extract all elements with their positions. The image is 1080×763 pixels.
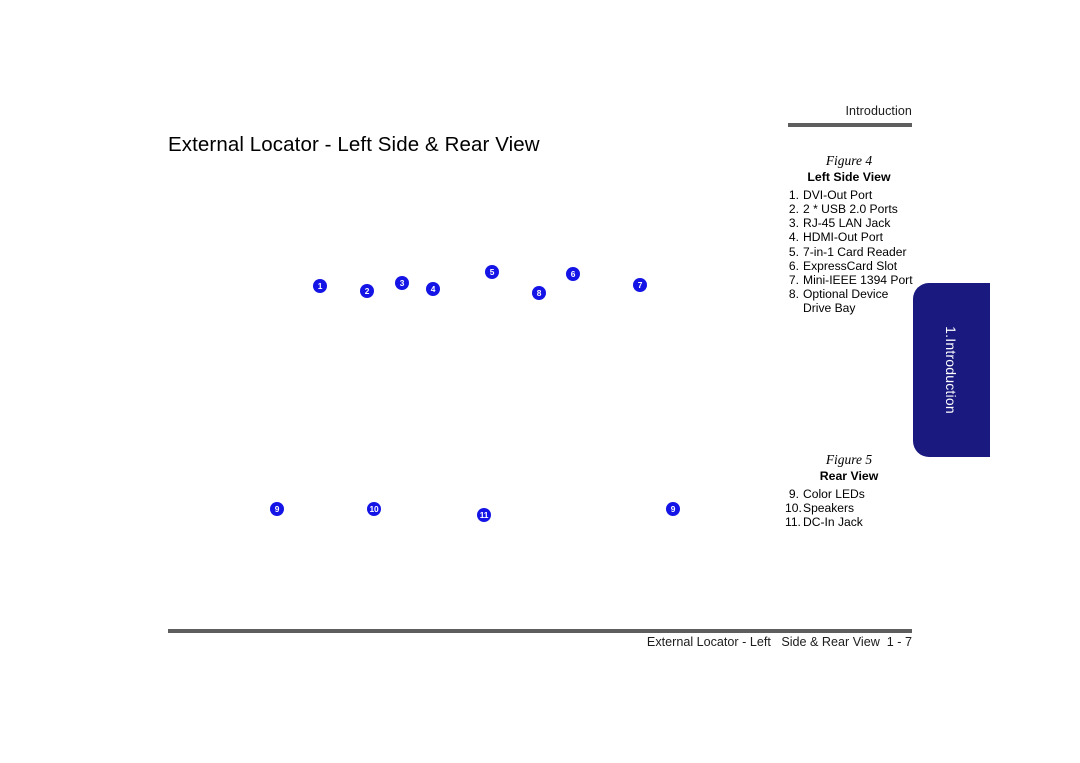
callout-label: Speakers — [803, 501, 855, 516]
list-item: 2. 2 * USB 2.0 Ports — [785, 202, 913, 217]
callout-number: 9. — [788, 486, 799, 501]
figure-name: Left Side View — [807, 169, 891, 184]
page-title: External Locator - Left Side & Rear View — [168, 133, 540, 156]
list-item: 4. HDMI-Out Port — [785, 231, 913, 245]
callout-badge-9: 9 — [666, 502, 680, 516]
footer: External Locator - Left Side & Rear View… — [412, 635, 912, 649]
callout-label: RJ-45 LAN Jack — [803, 216, 891, 231]
figure-block-left-side-view: Figure 4 Left Side View 1. DVI-Out Port … — [785, 153, 913, 316]
header-rule — [788, 123, 912, 127]
callout-badge-9: 9 — [270, 502, 284, 516]
list-item: 7. Mini-IEEE 1394 Port — [785, 273, 913, 288]
figure-block-rear-view: Figure 5 Rear View 9. Color LEDs 10. Spe… — [785, 452, 913, 530]
callout-label: 2 * USB 2.0 Ports — [803, 202, 898, 217]
callout-label: Mini-IEEE 1394 Port — [803, 273, 913, 287]
callout-label: DC-In Jack — [803, 515, 863, 530]
callout-label: HDMI-Out Port — [803, 230, 883, 245]
callout-list-left-side-view: 1. DVI-Out Port 2. 2 * USB 2.0 Ports 3. … — [785, 187, 913, 316]
document-page: Introduction External Locator - Left Sid… — [0, 0, 1080, 763]
footer-page-number: 1 - 7 — [886, 635, 912, 649]
callout-badge-6: 6 — [566, 267, 580, 281]
list-item: 11. DC-In Jack — [785, 515, 913, 530]
list-item: 5. 7-in-1 Card Reader — [785, 244, 913, 260]
figure-name: Rear View — [819, 468, 879, 483]
list-item: 8. Optional Device Drive Bay — [785, 287, 913, 316]
list-item: 10. Speakers — [785, 501, 913, 516]
callout-number: 7. — [788, 273, 799, 287]
callout-label: ExpressCard Slot — [803, 258, 898, 273]
callout-badge-7: 7 — [633, 278, 647, 292]
callout-number: 8. — [788, 287, 799, 302]
running-head: Introduction — [845, 104, 912, 118]
callout-list-rear-view: 9. Color LEDs 10. Speakers 11. DC-In Jac… — [785, 486, 913, 530]
callout-badge-8: 8 — [532, 286, 546, 300]
figure-number: Figure 5 — [825, 452, 873, 467]
callout-number: 4. — [788, 230, 799, 245]
callout-number: 1. — [788, 187, 799, 202]
list-item: 1. DVI-Out Port — [785, 187, 913, 203]
footer-subsection: Side & Rear View — [781, 635, 880, 649]
callout-number: 10. — [785, 501, 802, 516]
callout-label: 7-in-1 Card Reader — [803, 244, 907, 259]
chapter-thumb-tab: 1.Introduction — [913, 283, 990, 457]
callout-label: Optional Device Drive Bay — [803, 287, 889, 315]
callout-badge-5: 5 — [485, 265, 499, 279]
callout-badge-10: 10 — [367, 502, 381, 516]
callout-number: 6. — [788, 258, 799, 273]
callout-badge-1: 1 — [313, 279, 327, 293]
footer-section: External Locator - Left — [646, 635, 771, 649]
callout-badge-3: 3 — [395, 276, 409, 290]
callout-number: 3. — [788, 216, 799, 231]
callout-label: DVI-Out Port — [803, 187, 873, 202]
figure-number: Figure 4 — [825, 153, 873, 168]
list-item: 9. Color LEDs — [785, 486, 913, 502]
callout-number: 2. — [788, 202, 799, 217]
callout-badge-4: 4 — [426, 282, 440, 296]
chapter-thumb-tab-label: 1.Introduction — [943, 326, 960, 414]
footer-rule — [168, 629, 912, 633]
callout-badge-11: 11 — [477, 508, 491, 522]
list-item: 6. ExpressCard Slot — [785, 258, 913, 274]
callout-number: 5. — [788, 244, 799, 259]
callout-badge-2: 2 — [360, 284, 374, 298]
callout-label: Color LEDs — [803, 486, 865, 501]
list-item: 3. RJ-45 LAN Jack — [785, 216, 913, 231]
callout-number: 11. — [785, 515, 801, 530]
